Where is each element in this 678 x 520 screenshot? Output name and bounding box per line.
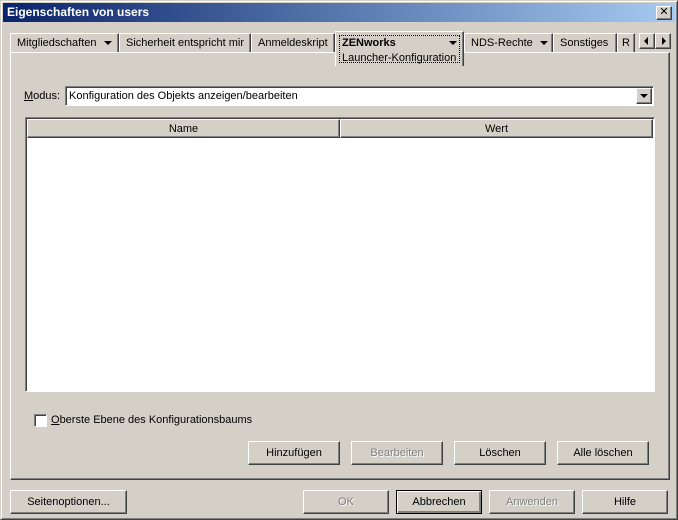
tab-anmeldeskript[interactable]: Anmeldeskript [251,33,335,53]
top-level-checkbox-label[interactable]: Oberste Ebene des Konfigurationsbaums [51,414,252,426]
tab-label: Anmeldeskript [258,37,328,49]
tab-sonstiges[interactable]: Sonstiges [553,33,617,53]
tab-sicherheit[interactable]: Sicherheit entspricht mir [119,33,251,53]
properties-window: Eigenschaften von users ✕ Mitgliedschaft… [0,0,678,520]
config-table[interactable]: Name Wert [25,117,655,392]
tab-scroll-right-button[interactable] [655,33,671,49]
delete-all-button[interactable]: Alle löschen [557,441,649,465]
window-title: Eigenschaften von users [7,5,150,19]
column-header-wert[interactable]: Wert [340,119,653,138]
tab-nds-rechte[interactable]: NDS-Rechte [464,33,553,53]
tab-strip: Mitgliedschaften Sicherheit entspricht m… [10,31,671,66]
arrow-right-icon [662,37,666,45]
dropdown-arrow-icon[interactable] [103,41,112,46]
tab-zenworks[interactable]: ZENworks Launcher-Konfiguration [335,31,464,66]
top-level-checkbox[interactable] [34,414,47,427]
modus-label: Modus: [24,90,61,102]
tab-scroll-left-button[interactable] [639,33,655,49]
delete-button[interactable]: Löschen [454,441,546,465]
edit-button[interactable]: Bearbeiten [351,441,443,465]
tab-label: R [622,37,630,49]
dropdown-arrow-icon[interactable] [539,41,548,46]
tab-label: NDS-Rechte [471,37,533,49]
modus-select[interactable]: Konfiguration des Objekts anzeigen/bearb… [65,86,654,106]
tab-label: Mitgliedschaften [17,37,97,49]
arrow-left-icon [644,37,648,45]
help-button[interactable]: Hilfe [582,490,668,514]
add-button[interactable]: Hinzufügen [248,441,340,465]
modus-select-value: Konfiguration des Objekts anzeigen/bearb… [69,90,298,102]
tab-truncated[interactable]: R [617,33,635,53]
page-options-button[interactable]: Seitenoptionen... [10,490,127,514]
column-header-name[interactable]: Name [27,119,340,138]
tab-sublabel: Launcher-Konfiguration [342,52,457,64]
apply-button[interactable]: Anwenden [489,490,575,514]
tab-mitgliedschaften[interactable]: Mitgliedschaften [10,33,119,53]
cancel-button[interactable]: Abbrechen [396,490,482,514]
title-bar: Eigenschaften von users ✕ [3,3,675,22]
modus-dropdown-button[interactable] [636,88,652,104]
close-icon[interactable]: ✕ [656,6,672,20]
dropdown-arrow-icon[interactable] [449,41,457,45]
chevron-down-icon [640,94,648,98]
tab-label: Sonstiges [560,37,609,49]
tab-label: Sicherheit entspricht mir [126,37,244,49]
ok-button[interactable]: OK [303,490,389,514]
